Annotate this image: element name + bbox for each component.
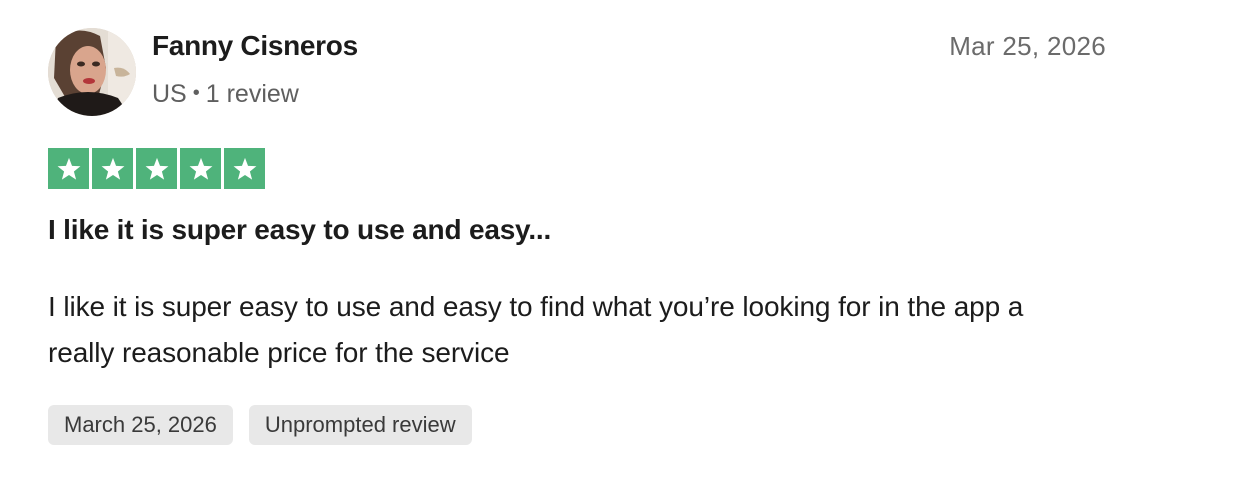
meta-separator: • bbox=[192, 82, 200, 104]
review-tags: March 25, 2026 Unprompted review bbox=[48, 405, 472, 445]
star-icon bbox=[180, 148, 221, 189]
unprompted-review-tag[interactable]: Unprompted review bbox=[248, 405, 472, 445]
experience-date-tag: March 25, 2026 bbox=[48, 405, 233, 445]
reviewer-country: US bbox=[152, 80, 187, 108]
star-icon bbox=[48, 148, 89, 189]
avatar-photo bbox=[48, 28, 136, 116]
review-body: I like it is super easy to use and easy … bbox=[48, 291, 1024, 368]
star-rating bbox=[48, 148, 265, 189]
star-icon bbox=[224, 148, 265, 189]
reviewer-meta: US • 1 review bbox=[152, 80, 299, 109]
review-card: Fanny Cisneros US • 1 review Mar 25, 2026 … bbox=[0, 0, 1242, 488]
review-date: Mar 25, 2026 bbox=[949, 31, 1106, 61]
star-icon bbox=[136, 148, 177, 189]
reviewer-review-count: 1 review bbox=[205, 80, 299, 108]
avatar[interactable] bbox=[48, 28, 136, 116]
star-icon bbox=[92, 148, 133, 189]
reviewer-name[interactable]: Fanny Cisneros bbox=[152, 30, 358, 62]
review-title[interactable]: I like it is super easy to use and easy.… bbox=[48, 214, 551, 246]
